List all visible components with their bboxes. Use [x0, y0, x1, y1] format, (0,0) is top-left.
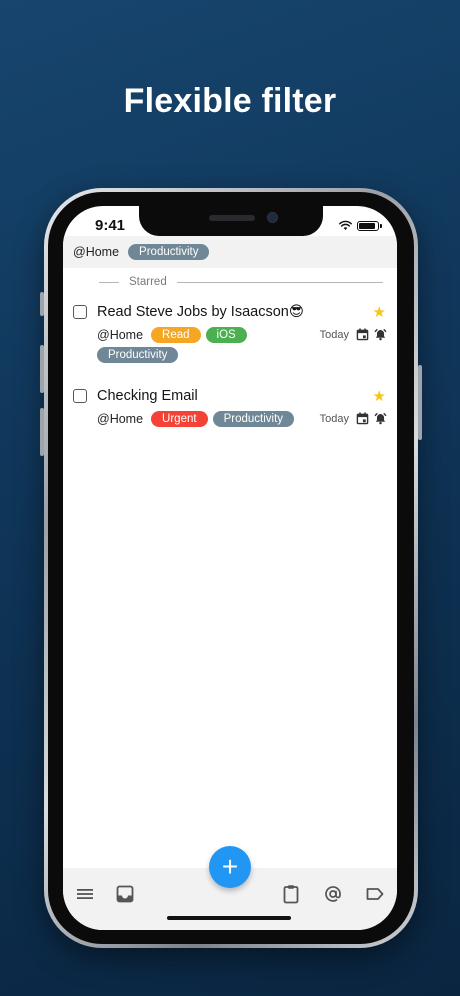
task-item[interactable]: Checking Email ★ @Home Urgent Productivi… — [63, 386, 397, 434]
wifi-icon — [339, 220, 352, 230]
task-meta-wrap: Productivity — [97, 347, 179, 363]
notch — [139, 206, 323, 236]
due-date: Today — [319, 412, 349, 425]
task-context[interactable]: @Home — [97, 328, 143, 342]
task-checkbox[interactable] — [73, 305, 87, 319]
speaker-grille — [209, 215, 255, 221]
menu-icon[interactable] — [75, 884, 95, 904]
task-context[interactable]: @Home — [97, 412, 143, 426]
front-camera — [267, 212, 278, 223]
section-label: Starred — [129, 276, 167, 288]
home-indicator — [167, 916, 291, 920]
tag-chip[interactable]: iOS — [205, 327, 247, 343]
star-icon[interactable]: ★ — [373, 389, 386, 404]
calendar-icon — [356, 328, 369, 341]
inbox-icon[interactable] — [115, 884, 135, 904]
filter-bar[interactable]: @Home Productivity — [63, 236, 397, 268]
task-meta: @Home Urgent Productivity — [97, 411, 295, 427]
calendar-icon — [356, 412, 369, 425]
filter-context[interactable]: @Home — [73, 245, 119, 259]
task-meta: @Home Read iOS — [97, 327, 247, 343]
task-title: Checking Email — [97, 388, 198, 404]
phone-power-button — [418, 365, 422, 440]
headline: Flexible filter — [123, 82, 337, 120]
task-due-meta: Today — [320, 328, 387, 341]
section-header: Starred — [99, 274, 383, 290]
phone-volume-down — [40, 408, 44, 456]
phone-volume-up — [40, 345, 44, 393]
battery-icon — [357, 220, 382, 231]
at-context-icon[interactable] — [323, 884, 343, 904]
tag-chip[interactable]: Productivity — [212, 411, 295, 427]
status-icons — [339, 219, 382, 232]
section-divider-right — [176, 281, 383, 283]
status-time: 9:41 — [95, 217, 126, 234]
task-due-meta: Today — [320, 412, 387, 425]
task-item[interactable]: Read Steve Jobs by Isaacson😎 ★ @Home Rea… — [63, 302, 397, 370]
tag-chip[interactable]: Urgent — [151, 411, 208, 427]
alarm-icon — [374, 412, 387, 425]
alarm-icon — [374, 328, 387, 341]
add-task-button[interactable]: + — [209, 846, 251, 888]
clipboard-icon[interactable] — [281, 884, 301, 904]
task-title: Read Steve Jobs by Isaacson😎 — [97, 304, 304, 320]
star-icon[interactable]: ★ — [373, 305, 386, 320]
tag-chip[interactable]: Productivity — [97, 347, 179, 363]
phone-silent-switch — [40, 292, 44, 316]
section-divider-left — [99, 281, 119, 283]
filter-tag-chip[interactable]: Productivity — [128, 244, 210, 260]
label-tag-icon[interactable] — [365, 884, 385, 904]
phone-screen: 9:41 @Home Productivity Starred Read Ste… — [63, 206, 397, 930]
task-checkbox[interactable] — [73, 389, 87, 403]
tag-chip[interactable]: Read — [151, 327, 201, 343]
due-date: Today — [319, 328, 349, 341]
